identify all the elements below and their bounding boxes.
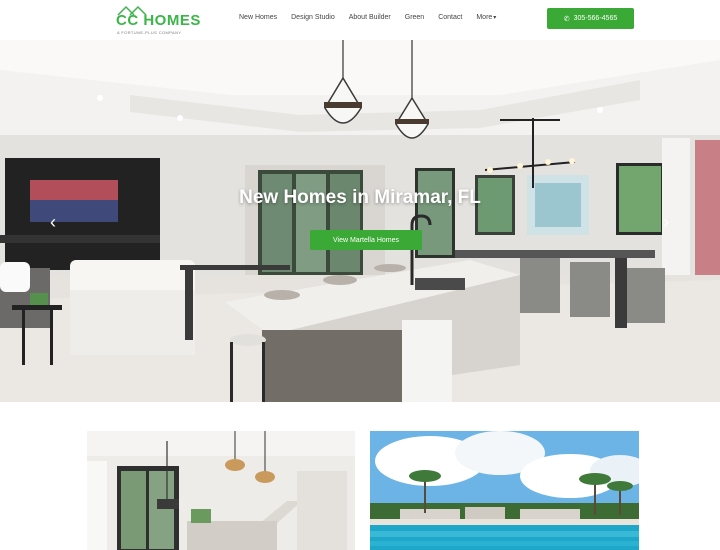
gallery-card-interior[interactable]	[87, 431, 355, 550]
main-nav: New Homes Design Studio About Builder Gr…	[239, 14, 510, 21]
logo-text: CC HOMES	[116, 12, 201, 29]
pool-photo	[370, 431, 639, 550]
logo[interactable]: CC HOMES A FORTUNE-PLUS COMPANY	[112, 4, 200, 38]
arrow-left-icon[interactable]: ‹	[50, 212, 56, 233]
nav-new-homes[interactable]: New Homes	[239, 14, 277, 21]
phone-button[interactable]: ✆ 305-566-4565	[547, 8, 634, 29]
nav-green[interactable]: Green	[405, 14, 424, 21]
gallery-card-pool[interactable]	[370, 431, 639, 550]
arrow-right-icon[interactable]: ›	[663, 212, 669, 233]
hero-banner: New Homes in Miramar, FL View Martella H…	[0, 40, 720, 402]
nav-design-studio[interactable]: Design Studio	[291, 14, 335, 21]
phone-icon: ✆	[563, 15, 570, 23]
chevron-down-icon: ▾	[493, 15, 497, 21]
site-header: CC HOMES A FORTUNE-PLUS COMPANY New Home…	[0, 0, 720, 40]
hero-kitchen-image	[0, 40, 720, 402]
nav-contact[interactable]: Contact	[438, 14, 462, 21]
nav-more-label: More	[476, 14, 493, 21]
nav-more[interactable]: More▾	[476, 14, 496, 21]
view-homes-button[interactable]: View Martella Homes	[310, 230, 422, 250]
logo-tagline: A FORTUNE-PLUS COMPANY	[117, 30, 182, 35]
hero-title: New Homes in Miramar, FL	[239, 187, 481, 208]
phone-number: 305-566-4565	[573, 15, 618, 22]
nav-about-builder[interactable]: About Builder	[349, 14, 391, 21]
interior-photo	[87, 431, 355, 550]
page: CC HOMES A FORTUNE-PLUS COMPANY New Home…	[0, 0, 720, 550]
